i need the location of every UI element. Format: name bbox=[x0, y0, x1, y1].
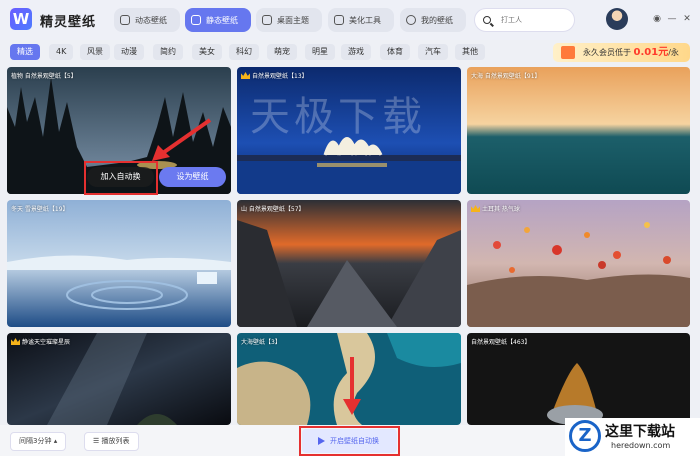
category-cars[interactable]: 汽车 bbox=[418, 44, 448, 60]
category-minimal[interactable]: 简约 bbox=[153, 44, 183, 60]
brand-name: 这里下载站 bbox=[605, 424, 675, 440]
tab-beautify-tools[interactable]: 美化工具 bbox=[328, 8, 394, 32]
image-icon bbox=[191, 15, 201, 25]
close-icon[interactable]: ✕ bbox=[682, 14, 692, 24]
wallpaper-card[interactable]: 自然景观壁纸【463】 bbox=[467, 333, 690, 425]
vip-banner[interactable]: 永久会员低于 0.01元/永 bbox=[553, 43, 690, 62]
crown-icon bbox=[471, 205, 480, 212]
category-stars[interactable]: 明星 bbox=[305, 44, 335, 60]
wallpaper-card[interactable]: 静谧天空璀璨星辰 bbox=[7, 333, 231, 425]
wallpaper-card[interactable]: 山 自然景观壁纸【57】 bbox=[237, 200, 461, 327]
user-circle-icon bbox=[406, 15, 416, 25]
interval-label: 间隔3分钟 bbox=[19, 437, 52, 445]
tab-dynamic-wallpaper[interactable]: 动态壁纸 bbox=[114, 8, 180, 32]
playlist-button[interactable]: ☰ 播放列表 bbox=[84, 432, 139, 451]
category-4k[interactable]: 4K bbox=[49, 44, 74, 60]
wallpaper-card[interactable]: 大海 自然景观壁纸【91】 bbox=[467, 67, 690, 194]
wallpaper-thumbnail bbox=[467, 200, 690, 327]
card-title: 自然景观壁纸【463】 bbox=[471, 339, 531, 346]
list-icon: ☰ bbox=[93, 437, 102, 445]
site-watermark: Z 这里下载站 heredown.com bbox=[565, 418, 700, 456]
card-title: 冬天 雪景壁纸【19】 bbox=[11, 206, 69, 213]
category-scifi[interactable]: 科幻 bbox=[229, 44, 259, 60]
highlight-box bbox=[84, 161, 158, 195]
tab-label: 我的壁纸 bbox=[421, 15, 453, 25]
minimize-icon[interactable]: — bbox=[667, 14, 677, 24]
crown-icon bbox=[11, 338, 20, 345]
search-box[interactable] bbox=[474, 8, 575, 32]
card-title: 大海壁纸【3】 bbox=[241, 339, 281, 346]
category-sports[interactable]: 体育 bbox=[380, 44, 410, 60]
wallpaper-thumbnail bbox=[7, 200, 231, 327]
playlist-label: 播放列表 bbox=[101, 437, 130, 445]
tab-static-wallpaper[interactable]: 静态壁纸 bbox=[185, 8, 251, 32]
tab-desktop-theme[interactable]: 桌面主题 bbox=[256, 8, 322, 32]
category-beauty[interactable]: 美女 bbox=[192, 44, 222, 60]
search-input[interactable] bbox=[499, 15, 563, 25]
tab-label: 静态壁纸 bbox=[206, 15, 238, 25]
tab-label: 桌面主题 bbox=[277, 15, 309, 25]
set-wallpaper-button[interactable]: 设为壁纸 bbox=[159, 167, 226, 187]
tab-label: 美化工具 bbox=[349, 15, 381, 25]
app-title: 精灵壁纸 bbox=[40, 15, 97, 30]
interval-select[interactable]: 间隔3分钟 ▴ bbox=[10, 432, 67, 451]
vip-price: 0.01元 bbox=[633, 47, 669, 58]
avatar[interactable] bbox=[606, 8, 628, 30]
shirt-icon bbox=[262, 15, 272, 25]
category-games[interactable]: 游戏 bbox=[341, 44, 371, 60]
wallpaper-thumbnail bbox=[467, 67, 690, 194]
wallpaper-card[interactable]: 土耳其 热气球 bbox=[467, 200, 690, 327]
brand-url: heredown.com bbox=[611, 441, 671, 450]
annotation-arrow bbox=[152, 118, 212, 161]
settings-icon[interactable]: ◉ bbox=[652, 14, 662, 24]
tab-label: 动态壁纸 bbox=[135, 15, 167, 25]
category-other[interactable]: 其他 bbox=[455, 44, 485, 60]
wallpaper-card[interactable]: 冬天 雪景壁纸【19】 bbox=[7, 200, 231, 327]
tab-my-wallpaper[interactable]: 我的壁纸 bbox=[400, 8, 466, 32]
palette-icon bbox=[334, 15, 344, 25]
card-title: 静谧天空璀璨星辰 bbox=[11, 337, 70, 346]
highlight-box bbox=[299, 426, 400, 456]
category-anime[interactable]: 动漫 bbox=[114, 44, 144, 60]
category-featured[interactable]: 精选 bbox=[10, 44, 40, 60]
clock-icon bbox=[120, 15, 130, 25]
category-scenery[interactable]: 风景 bbox=[80, 44, 110, 60]
card-title: 山 自然景观壁纸【57】 bbox=[241, 206, 305, 213]
annotation-arrow bbox=[343, 357, 361, 415]
caret-up-icon: ▴ bbox=[53, 437, 58, 445]
gift-icon bbox=[561, 46, 575, 59]
top-bar: W 精灵壁纸 动态壁纸 静态壁纸 桌面主题 美化工具 我的壁纸 ◉ — ✕ bbox=[0, 0, 700, 40]
wallpaper-thumbnail bbox=[7, 333, 231, 425]
app-logo: W bbox=[10, 8, 32, 30]
category-pets[interactable]: 萌宠 bbox=[267, 44, 297, 60]
crown-icon bbox=[241, 72, 250, 79]
card-title: 植物 自然景观壁纸【5】 bbox=[11, 73, 77, 80]
vip-suffix: /永 bbox=[668, 48, 679, 57]
card-title: 大海 自然景观壁纸【91】 bbox=[471, 73, 541, 80]
search-icon bbox=[483, 16, 491, 24]
card-title: 土耳其 热气球 bbox=[471, 204, 520, 213]
wallpaper-thumbnail bbox=[237, 200, 461, 327]
card-title: 自然景观壁纸【13】 bbox=[241, 71, 308, 80]
watermark: 天极下载 bbox=[250, 94, 426, 140]
wallpaper-thumbnail bbox=[467, 333, 690, 425]
vip-text: 永久会员低于 bbox=[583, 48, 631, 57]
brand-logo: Z bbox=[569, 420, 601, 452]
